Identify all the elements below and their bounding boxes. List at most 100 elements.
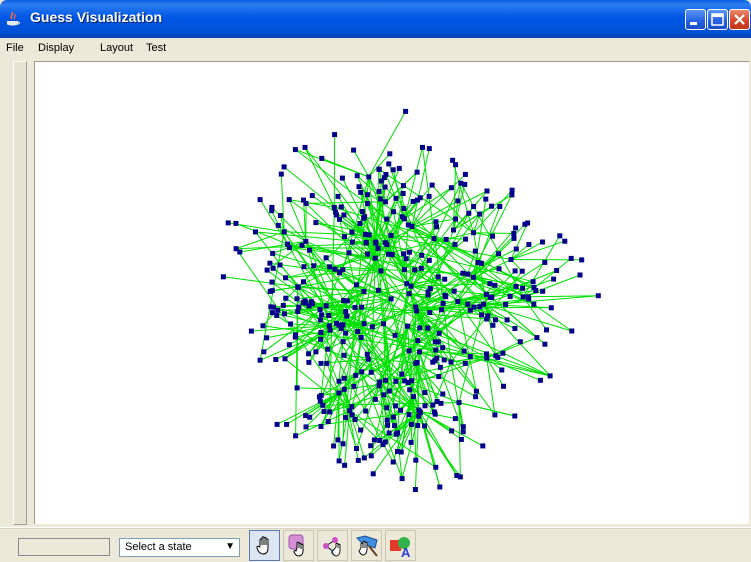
graph-node[interactable] [340,441,346,447]
graph-node[interactable] [451,227,456,233]
graph-node[interactable] [358,335,364,340]
minimize-button[interactable] [685,9,706,30]
graph-node[interactable] [512,268,518,274]
graph-node[interactable] [501,383,506,389]
node-edit-tool[interactable] [317,530,348,561]
graph-node[interactable] [220,274,226,280]
graph-node[interactable] [327,264,333,270]
graph-node[interactable] [318,330,324,335]
graph-node[interactable] [270,304,276,310]
graph-node[interactable] [427,286,433,292]
graph-node[interactable] [456,400,462,406]
graph-node[interactable] [540,288,546,294]
graph-node[interactable] [415,338,421,344]
graph-node[interactable] [306,351,312,357]
graph-node[interactable] [351,383,357,389]
graph-node[interactable] [429,182,435,188]
graph-node[interactable] [372,396,378,402]
graph-node[interactable] [412,267,418,273]
graph-node[interactable] [416,413,422,419]
graph-node[interactable] [484,351,489,357]
graph-node[interactable] [466,210,472,216]
graph-node[interactable] [409,378,414,384]
graph-node[interactable] [499,367,505,373]
graph-node[interactable] [318,424,324,429]
graph-node[interactable] [403,256,409,262]
graph-node[interactable] [375,287,381,293]
graph-node[interactable] [579,257,585,263]
graph-node[interactable] [355,329,361,334]
graph-node[interactable] [417,325,423,331]
graph-node[interactable] [269,288,275,294]
graph-node[interactable] [339,175,345,181]
graph-node[interactable] [509,187,515,193]
graph-node[interactable] [531,284,537,290]
graph-node[interactable] [294,385,300,391]
graph-node[interactable] [292,334,298,340]
graph-node[interactable] [327,327,333,333]
graph-node[interactable] [341,298,347,304]
graph-node[interactable] [370,471,376,477]
graph-node[interactable] [396,165,402,171]
pan-hand-tool[interactable] [249,530,280,561]
graph-node[interactable] [293,433,299,439]
graph-node[interactable] [343,330,349,336]
graph-node[interactable] [332,132,338,138]
graph-node[interactable] [435,274,441,280]
graph-node[interactable] [433,464,439,470]
graph-node[interactable] [420,144,425,150]
graph-node[interactable] [355,457,361,463]
graph-node[interactable] [375,245,381,251]
graph-node[interactable] [378,268,384,274]
graph-node[interactable] [455,298,461,304]
graph-node[interactable] [548,305,554,311]
graph-node[interactable] [406,291,412,297]
graph-node[interactable] [365,356,371,362]
graph-node[interactable] [512,413,518,419]
graph-node[interactable] [460,270,466,276]
graph-node[interactable] [402,378,408,384]
graph-node[interactable] [440,345,446,351]
graph-node[interactable] [282,311,287,317]
graph-node[interactable] [281,164,287,170]
graph-node[interactable] [359,209,365,214]
graph-node[interactable] [401,206,407,212]
graph-node[interactable] [313,349,319,355]
graph-node[interactable] [497,204,503,209]
graph-node[interactable] [273,357,279,362]
graph-node[interactable] [311,263,317,269]
graph-node[interactable] [306,303,312,309]
graph-node[interactable] [284,421,290,427]
graph-node[interactable] [341,212,347,218]
graph-node[interactable] [343,415,349,421]
graph-node[interactable] [365,251,371,257]
graph-node[interactable] [407,387,413,393]
graph-node[interactable] [296,304,302,310]
graph-node[interactable] [448,359,454,365]
graph-node[interactable] [338,325,344,331]
graph-node[interactable] [362,214,368,220]
zoom-region-tool[interactable] [351,530,382,561]
graph-node[interactable] [537,377,543,383]
graph-node[interactable] [363,231,368,237]
graph-node[interactable] [457,474,463,480]
graph-node[interactable] [434,399,440,405]
graph-node[interactable] [349,412,355,418]
graph-node[interactable] [313,220,319,226]
graph-node[interactable] [406,249,412,255]
graph-node[interactable] [323,303,329,309]
graph-node[interactable] [489,294,495,300]
graph-node[interactable] [463,236,469,242]
graph-node[interactable] [337,216,343,222]
graph-node[interactable] [503,301,509,307]
graph-node[interactable] [401,183,406,189]
graph-node[interactable] [383,377,388,383]
graph-node[interactable] [401,251,407,257]
graph-node[interactable] [462,171,468,177]
graph-node[interactable] [303,413,309,419]
graph-node[interactable] [455,198,461,204]
graph-node[interactable] [325,419,331,424]
graph-node[interactable] [302,298,308,304]
graph-node[interactable] [361,321,367,327]
graph-node[interactable] [368,369,374,375]
